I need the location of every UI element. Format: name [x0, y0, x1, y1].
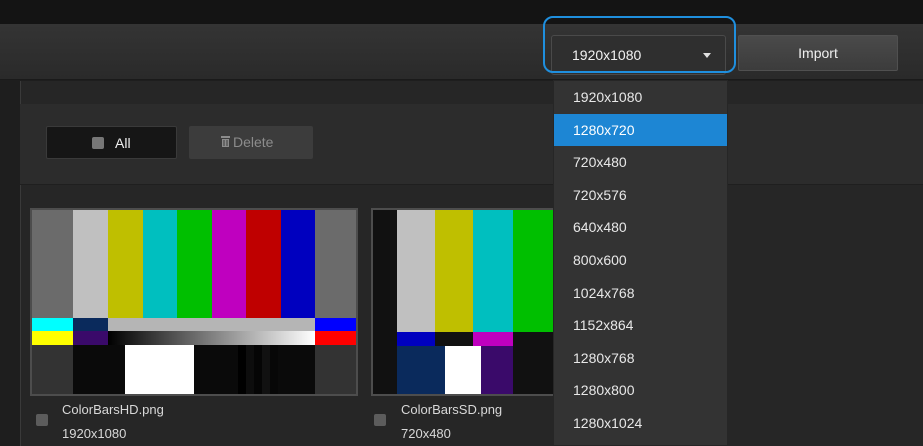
- resolution-option-1280x1024[interactable]: 1280x1024: [554, 407, 727, 440]
- resolution-dropdown-menu: 1920x1080 1280x720 720x480 720x576 640x4…: [553, 80, 728, 446]
- resolution-option-800x600[interactable]: 800x600: [554, 244, 727, 277]
- resolution-option-640x480[interactable]: 640x480: [554, 211, 727, 244]
- thumbnail-colorbars-sd[interactable]: [371, 208, 556, 396]
- resolution-option-1280x768[interactable]: 1280x768: [554, 342, 727, 375]
- resolution-option-720x480[interactable]: 720x480: [554, 146, 727, 179]
- resolution-selected-value: 1920x1080: [572, 47, 642, 63]
- resolution-option-1024x768[interactable]: 1024x768: [554, 277, 727, 310]
- chevron-down-icon: [703, 53, 711, 58]
- resolution-option-1920x1080[interactable]: 1920x1080: [554, 81, 727, 114]
- thumbnail-checkbox-hd[interactable]: [36, 414, 48, 426]
- trash-icon: [221, 136, 230, 147]
- select-all-button[interactable]: All: [46, 126, 177, 159]
- resolution-option-1280x800[interactable]: 1280x800: [554, 374, 727, 407]
- delete-button[interactable]: Delete: [189, 126, 313, 159]
- colorbars-hd-image: [32, 210, 356, 394]
- resolution-option-1152x864[interactable]: 1152x864: [554, 309, 727, 342]
- thumbnail-name-sd: ColorBarsSD.png: [401, 402, 503, 417]
- thumbnail-resolution-sd: 720x480: [401, 426, 451, 441]
- resolution-dropdown[interactable]: 1920x1080: [551, 35, 726, 75]
- resolution-option-720x576[interactable]: 720x576: [554, 179, 727, 212]
- colorbars-sd-image: [373, 210, 554, 394]
- select-all-checkbox[interactable]: [92, 137, 104, 149]
- select-all-label: All: [115, 135, 131, 151]
- thumbnail-colorbars-hd[interactable]: [30, 208, 358, 396]
- title-strip: [0, 0, 923, 24]
- import-button[interactable]: Import: [738, 35, 898, 71]
- delete-label: Delete: [233, 134, 274, 150]
- resolution-option-1280x720[interactable]: 1280x720: [554, 113, 727, 147]
- thumbnail-checkbox-sd[interactable]: [374, 414, 386, 426]
- thumbnail-name-hd: ColorBarsHD.png: [62, 402, 164, 417]
- thumbnail-resolution-hd: 1920x1080: [62, 426, 127, 441]
